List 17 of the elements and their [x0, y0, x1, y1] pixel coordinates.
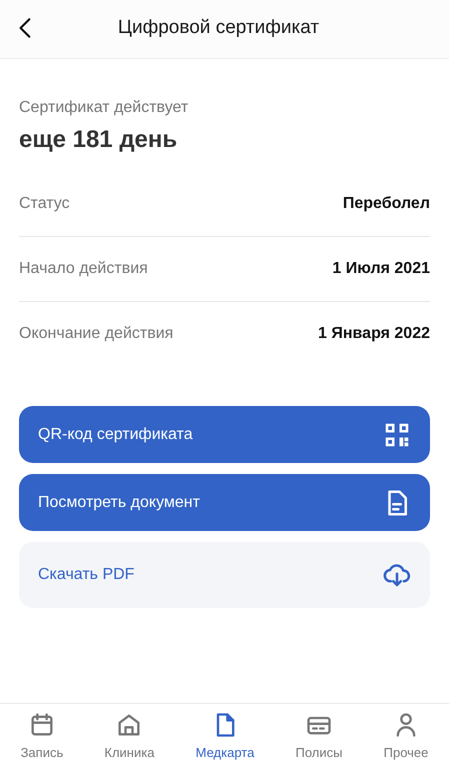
field-label: Окончание действия [19, 325, 174, 343]
validity-value: еще 181 день [19, 126, 178, 154]
tab-item[interactable]: Медкарта [194, 710, 256, 760]
tab-item[interactable]: Клиника [102, 710, 156, 760]
validity-label: Сертификат действует [19, 99, 190, 117]
screen-title: Цифровой сертификат [116, 17, 320, 39]
field-label: Начало действия [19, 260, 148, 278]
tab-item[interactable]: Запись [18, 710, 66, 760]
field-value: Переболел [342, 195, 430, 213]
field-label: Статус [19, 195, 70, 213]
field-value: 1 Июля 2021 [332, 260, 430, 278]
action-button[interactable]: Посмотреть документ [19, 474, 430, 531]
action-button[interactable]: QR-код сертификата [19, 406, 430, 463]
field-value: 1 Января 2022 [318, 325, 430, 343]
tab-item[interactable]: Полисы [293, 710, 344, 760]
action-button[interactable]: Скачать PDF [19, 542, 430, 608]
tab-item[interactable]: Прочее [382, 710, 430, 760]
